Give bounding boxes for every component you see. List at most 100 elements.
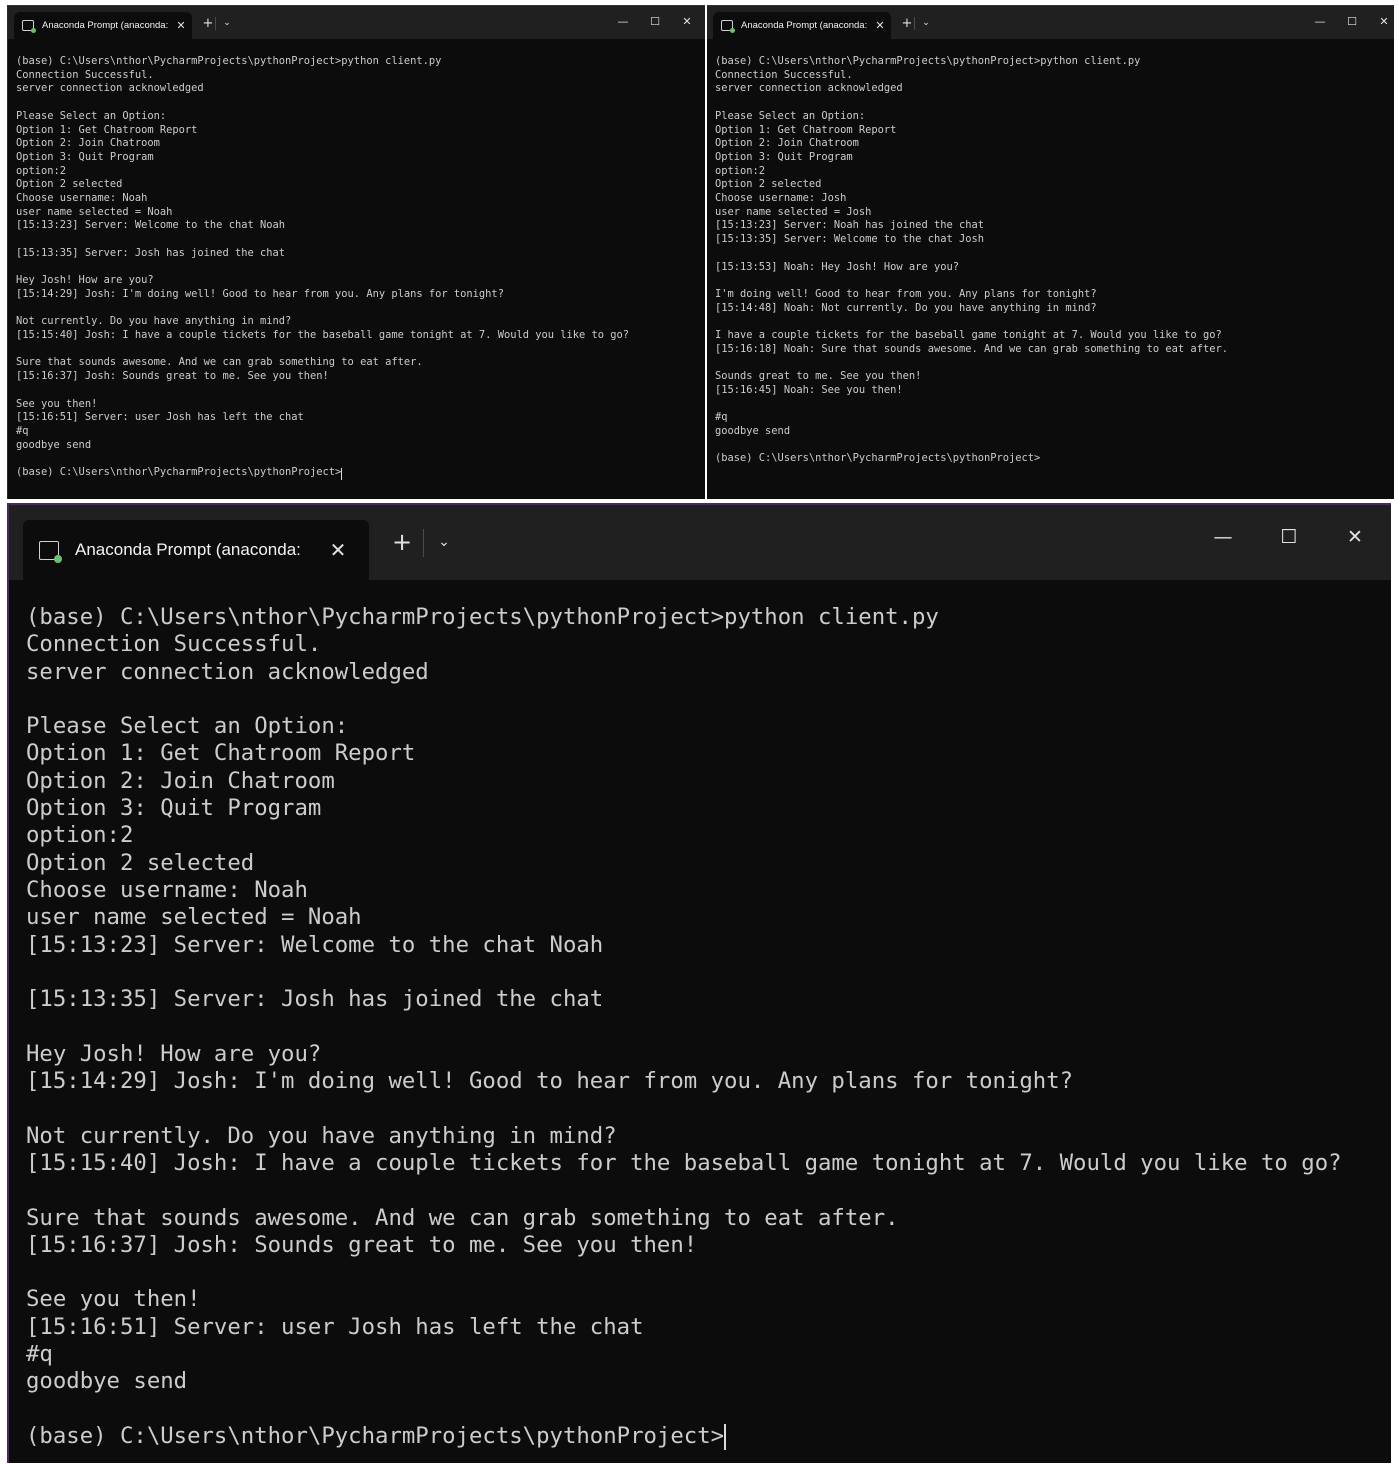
terminal-line: See you then! <box>16 397 98 410</box>
terminal-line: [15:13:23] Server: Welcome to the chat N… <box>26 931 604 958</box>
terminal-line: [15:16:37] Josh: Sounds great to me. See… <box>16 370 329 383</box>
minimize-icon[interactable]: — <box>607 6 639 36</box>
terminal-line: server connection acknowledged <box>16 82 204 95</box>
terminal-window-noah-small: Anaconda Prompt (anaconda: ✕ + ⌄ — ☐ ✕ (… <box>7 5 705 499</box>
terminal-line: Choose username: Noah <box>16 192 148 205</box>
chevron-down-icon[interactable]: ⌄ <box>221 14 233 32</box>
terminal-line: goodbye send <box>715 424 791 437</box>
terminal-line: Option 2: Join Chatroom <box>715 137 859 150</box>
tab-title: Anaconda Prompt (anaconda: <box>42 20 169 31</box>
title-bar: Anaconda Prompt (anaconda: ✕ + ⌄ — ☐ ✕ <box>707 6 1394 39</box>
terminal-output[interactable]: (base) C:\Users\nthor\PycharmProjects\py… <box>707 39 1394 499</box>
chevron-down-icon[interactable]: ⌄ <box>433 523 455 561</box>
terminal-line: option:2 <box>715 164 766 177</box>
terminal-line: Please Select an Option: <box>16 109 167 122</box>
close-icon[interactable]: ✕ <box>323 538 353 562</box>
terminal-line: Connection Successful. <box>715 68 853 81</box>
terminal-line: Connection Successful. <box>16 68 154 81</box>
terminal-line: Option 2: Join Chatroom <box>26 767 335 794</box>
terminal-line: Please Select an Option: <box>715 109 866 122</box>
close-icon[interactable]: ✕ <box>873 19 887 32</box>
plus-icon[interactable]: + <box>900 14 914 32</box>
terminal-line: goodbye send <box>26 1368 188 1395</box>
tab-anaconda-prompt[interactable]: Anaconda Prompt (anaconda: ✕ <box>23 520 369 580</box>
terminal-line: Option 3: Quit Program <box>715 150 853 163</box>
terminal-line: [15:13:23] Server: Welcome to the chat N… <box>16 219 285 232</box>
close-window-icon[interactable]: ✕ <box>1368 6 1394 36</box>
text-cursor <box>341 467 343 480</box>
tab-anaconda-prompt[interactable]: Anaconda Prompt (anaconda: ✕ <box>14 12 192 39</box>
tab-anaconda-prompt[interactable]: Anaconda Prompt (anaconda: ✕ <box>713 12 891 39</box>
terminal-line: Option 1: Get Chatroom Report <box>26 740 416 767</box>
terminal-line: (base) C:\Users\nthor\PycharmProjects\py… <box>715 55 1141 67</box>
terminal-line: Sounds great to me. See you then! <box>715 370 922 383</box>
terminal-line: Not currently. Do you have anything in m… <box>26 1122 617 1149</box>
minimize-icon[interactable]: — <box>1190 505 1256 569</box>
close-window-icon[interactable]: ✕ <box>1322 505 1388 569</box>
tab-separator <box>215 17 216 30</box>
terminal-line: Not currently. Do you have anything in m… <box>16 315 292 328</box>
close-icon[interactable]: ✕ <box>174 19 188 32</box>
plus-icon[interactable]: + <box>201 14 215 32</box>
terminal-line: Sure that sounds awesome. And we can gra… <box>16 356 423 369</box>
terminal-line: #q <box>16 424 29 437</box>
maximize-icon[interactable]: ☐ <box>1336 6 1368 36</box>
terminal-line: (base) C:\Users\nthor\PycharmProjects\py… <box>715 452 1041 465</box>
terminal-line: Hey Josh! How are you? <box>26 1040 322 1067</box>
terminal-line: Option 1: Get Chatroom Report <box>16 123 198 136</box>
tab-separator <box>914 17 915 30</box>
terminal-line: [15:13:35] Server: Welcome to the chat J… <box>715 233 984 246</box>
terminal-line: [15:14:48] Noah: Not currently. Do you h… <box>715 301 1097 314</box>
terminal-line: Option 3: Quit Program <box>26 795 322 822</box>
plus-icon[interactable]: + <box>389 523 415 561</box>
terminal-line: Option 2 selected <box>16 178 123 191</box>
terminal-line: Option 2: Join Chatroom <box>16 137 160 150</box>
terminal-line: Sure that sounds awesome. And we can gra… <box>26 1204 899 1231</box>
terminal-line: server connection acknowledged <box>715 82 903 95</box>
terminal-line: [15:16:51] Server: user Josh has left th… <box>26 1313 644 1340</box>
minimize-icon[interactable]: — <box>1304 6 1336 36</box>
terminal-output[interactable]: (base) C:\Users\nthor\PycharmProjects\py… <box>9 580 1391 1463</box>
close-window-icon[interactable]: ✕ <box>671 6 703 36</box>
terminal-line: I'm doing well! Good to hear from you. A… <box>715 287 1097 300</box>
terminal-line: (base) C:\Users\nthor\PycharmProjects\py… <box>16 466 343 480</box>
terminal-line: [15:16:18] Noah: Sure that sounds awesom… <box>715 342 1228 355</box>
maximize-icon[interactable]: ☐ <box>639 6 671 36</box>
chevron-down-icon[interactable]: ⌄ <box>920 14 932 32</box>
terminal-line: Choose username: Josh <box>715 192 847 205</box>
terminal-line: user name selected = Noah <box>16 205 173 218</box>
terminal-line: [15:13:53] Noah: Hey Josh! How are you? <box>715 260 959 273</box>
terminal-line: [15:16:45] Noah: See you then! <box>715 383 903 396</box>
terminal-line: (base) C:\Users\nthor\PycharmProjects\py… <box>26 1422 727 1451</box>
terminal-line: goodbye send <box>16 438 92 451</box>
terminal-line: [15:15:40] Josh: I have a couple tickets… <box>16 329 630 342</box>
tab-title: Anaconda Prompt (anaconda: <box>75 540 301 559</box>
terminal-line: Option 2 selected <box>715 178 822 191</box>
maximize-icon[interactable]: ☐ <box>1256 505 1322 569</box>
terminal-line: Hey Josh! How are you? <box>16 274 154 287</box>
terminal-line: Connection Successful. <box>26 631 322 658</box>
terminal-line: user name selected = Josh <box>715 205 872 218</box>
terminal-line: #q <box>26 1341 53 1368</box>
terminal-output[interactable]: (base) C:\Users\nthor\PycharmProjects\py… <box>8 39 705 499</box>
title-bar: Anaconda Prompt (anaconda: ✕ + ⌄ — ☐ ✕ <box>8 6 705 39</box>
anaconda-prompt-icon <box>39 540 62 563</box>
terminal-line: (base) C:\Users\nthor\PycharmProjects\py… <box>16 55 442 67</box>
